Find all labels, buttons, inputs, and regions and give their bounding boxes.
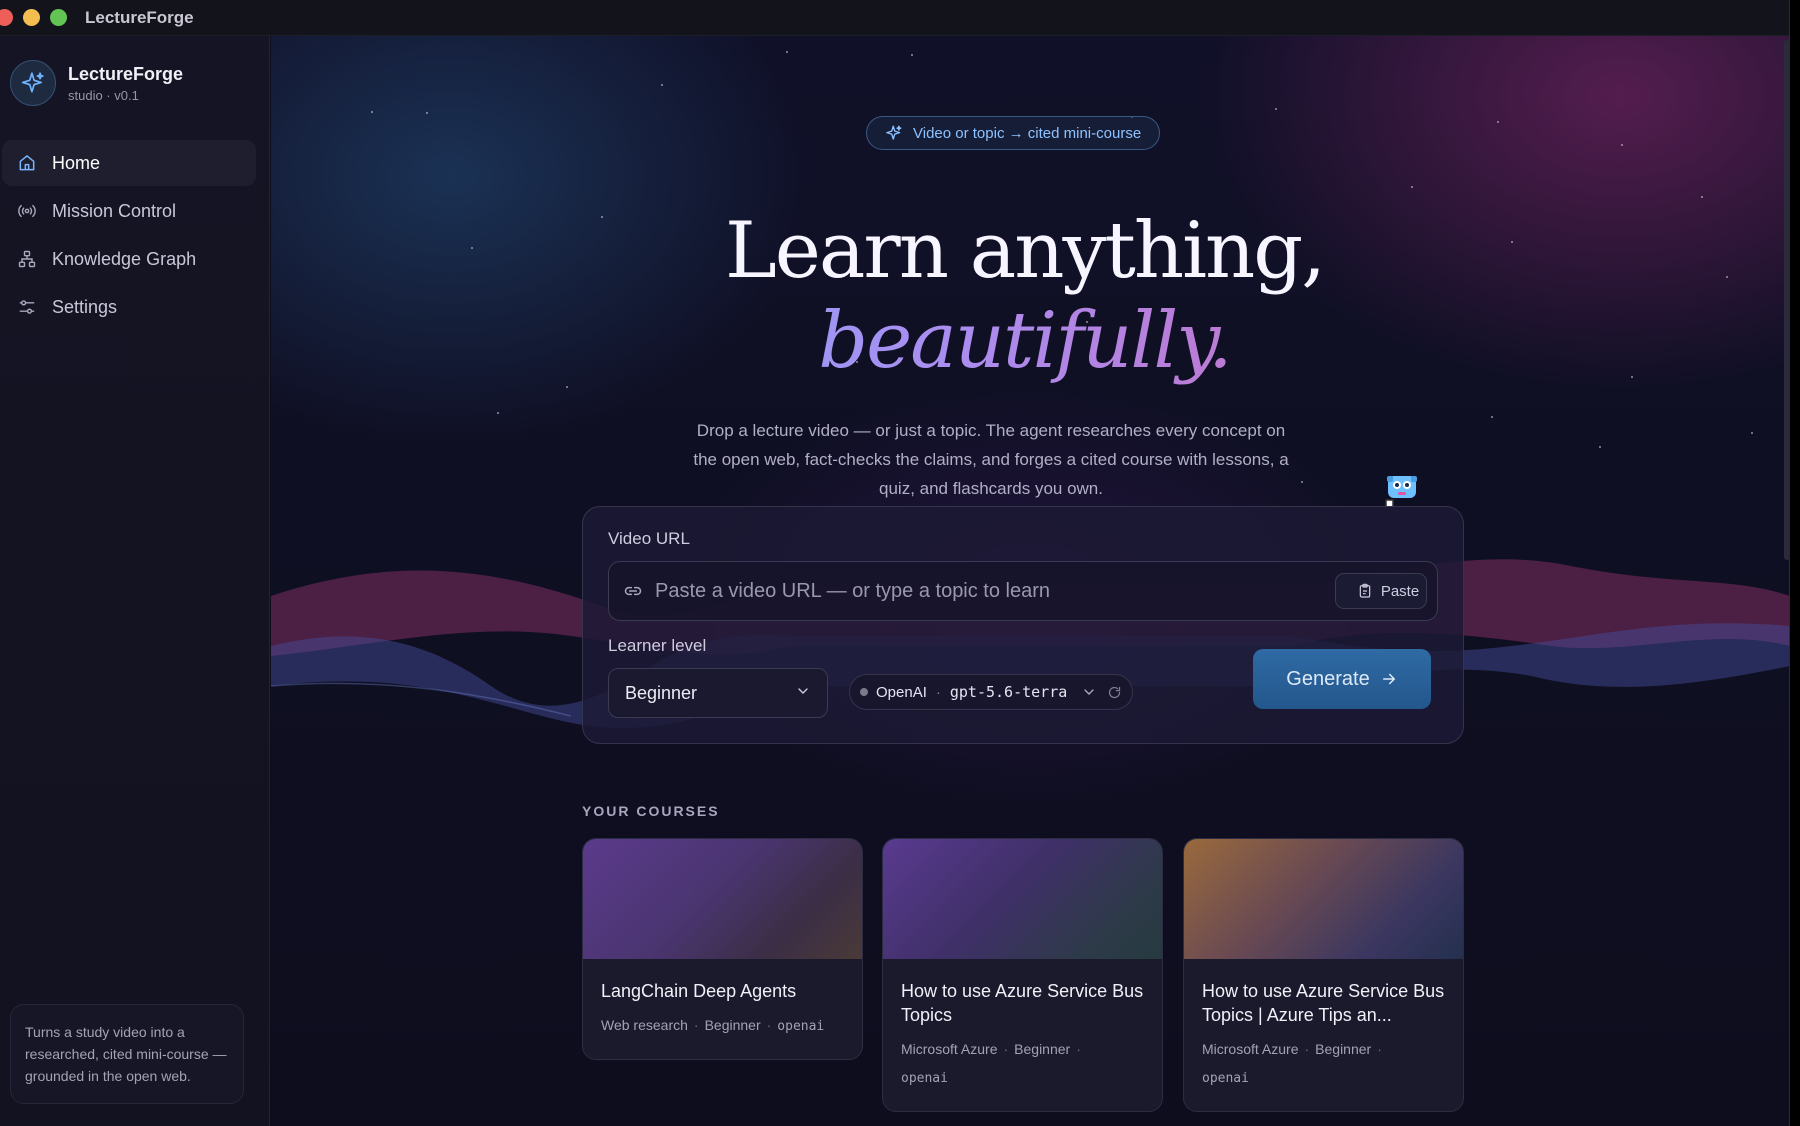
course-card[interactable]: How to use Azure Service Bus Topics Micr… [882, 838, 1163, 1112]
window-title: LectureForge [85, 7, 194, 27]
course-card[interactable]: How to use Azure Service Bus Topics | Az… [1183, 838, 1464, 1112]
generate-button[interactable]: Generate [1253, 649, 1431, 709]
scrollbar[interactable] [1784, 40, 1789, 560]
generate-course-form: Video URL Paste Learner level Beginner [582, 506, 1464, 744]
star-decoration [1275, 108, 1277, 110]
star-decoration [371, 111, 373, 113]
home-icon [16, 152, 38, 174]
star-decoration [1599, 446, 1601, 448]
star-decoration [1701, 196, 1703, 198]
star-decoration [786, 51, 788, 53]
hero-title-accent: beautifully. [271, 296, 1778, 386]
star-decoration [566, 386, 568, 388]
course-thumbnail [1184, 839, 1463, 959]
chevron-down-icon[interactable] [1081, 684, 1097, 700]
sidebar-item-settings[interactable]: Settings [2, 284, 256, 330]
separator-dot: · [935, 683, 941, 701]
sidebar-item-label: Mission Control [52, 200, 177, 221]
sidebar-item-label: Settings [52, 296, 118, 317]
course-card[interactable]: LangChain Deep Agents Web research · Begin… [582, 838, 863, 1060]
course-source: Microsoft Azure [901, 1041, 998, 1057]
sliders-icon [16, 296, 38, 318]
hero-description: Drop a lecture video — or just a topic. … [693, 421, 1289, 498]
brand-name: LectureForge [68, 63, 184, 84]
hero-title: Learn anything, [724, 206, 1326, 296]
course-provider: openai [777, 1019, 825, 1034]
sidebar-item-mission-control[interactable]: Mission Control [2, 188, 256, 234]
sparkle-icon [885, 124, 903, 142]
brand: LectureForge studio · v0.1 [10, 60, 183, 106]
sparkle-logo-icon [10, 60, 56, 106]
sidebar-item-label: Knowledge Graph [52, 248, 197, 269]
generate-button-label: Generate [1286, 667, 1370, 690]
model-selector[interactable]: OpenAI · gpt-5.6-terra [849, 674, 1134, 710]
link-icon [623, 581, 643, 601]
minimize-window-button[interactable] [23, 9, 40, 26]
sidebar-item-home[interactable]: Home [2, 140, 256, 186]
sidebar-item-knowledge-graph[interactable]: Knowledge Graph [2, 236, 256, 282]
refresh-icon[interactable] [1107, 685, 1122, 700]
sidebar-nav: Home Mission Control Knowledge Graph Set… [0, 140, 270, 332]
star-decoration [911, 54, 913, 56]
clipboard-icon [1357, 583, 1373, 599]
course-title: How to use Azure Service Bus Topics | Az… [1202, 981, 1445, 1025]
course-source: Web research [601, 1017, 688, 1033]
learner-level-label: Learner level [608, 636, 707, 655]
sidebar-about-note: Turns a study video into a researched, c… [10, 1004, 244, 1104]
star-decoration [426, 112, 428, 114]
video-url-label: Video URL [608, 529, 690, 548]
course-meta: Microsoft Azure · Beginner · openai [901, 1041, 1081, 1086]
course-level: Beginner [1315, 1041, 1372, 1057]
course-provider: openai [901, 1071, 948, 1086]
course-level: Beginner [704, 1017, 761, 1033]
course-meta: Web research · Beginner · openai [601, 1017, 825, 1034]
hero-tagline-text: Video or topic → cited mini-course [913, 124, 1142, 142]
course-thumbnail [583, 839, 862, 959]
chevron-down-icon [795, 683, 811, 704]
star-decoration [1491, 416, 1493, 418]
course-source: Microsoft Azure [1202, 1041, 1299, 1057]
star-decoration [661, 84, 663, 86]
zoom-window-button[interactable] [50, 9, 67, 26]
star-decoration [1301, 481, 1303, 483]
app-window: LectureForge LectureForge studio · v0.1 … [0, 0, 1790, 1126]
video-url-field: Paste [608, 561, 1438, 621]
course-title: How to use Azure Service Bus Topics [901, 981, 1144, 1025]
star-decoration [1621, 144, 1623, 146]
broadcast-icon [16, 200, 38, 222]
hero-tagline-pill: Video or topic → cited mini-course [866, 116, 1161, 150]
course-thumbnail [883, 839, 1162, 959]
provider-status-dot [860, 688, 868, 696]
star-decoration [497, 412, 499, 414]
close-window-button[interactable] [0, 9, 13, 26]
course-provider: openai [1202, 1071, 1249, 1086]
paste-button[interactable]: Paste [1335, 573, 1427, 609]
course-level: Beginner [1014, 1041, 1071, 1057]
courses-section-heading: YOUR COURSES [582, 803, 720, 819]
brand-version: studio · v0.1 [68, 87, 139, 103]
course-title: LangChain Deep Agents [601, 981, 797, 1001]
learner-level-value: Beginner [625, 682, 698, 703]
hierarchy-icon [16, 248, 38, 270]
star-decoration [1497, 121, 1499, 123]
video-url-input[interactable] [655, 579, 1335, 603]
learner-level-select[interactable]: Beginner [608, 668, 828, 718]
window-controls [0, 9, 67, 26]
sidebar-item-label: Home [52, 152, 101, 173]
star-decoration [1411, 186, 1413, 188]
course-meta: Microsoft Azure · Beginner · openai [1202, 1041, 1382, 1086]
arrow-right-icon [1380, 670, 1398, 688]
title-bar: LectureForge [0, 0, 1789, 36]
main-content: Video or topic → cited mini-course Learn… [271, 36, 1789, 1126]
provider-name: OpenAI [876, 683, 927, 701]
paste-button-label: Paste [1380, 582, 1420, 600]
model-name: gpt-5.6-terra [949, 683, 1068, 701]
star-decoration [1751, 432, 1753, 434]
sidebar: LectureForge studio · v0.1 Home Mission … [0, 36, 270, 1126]
